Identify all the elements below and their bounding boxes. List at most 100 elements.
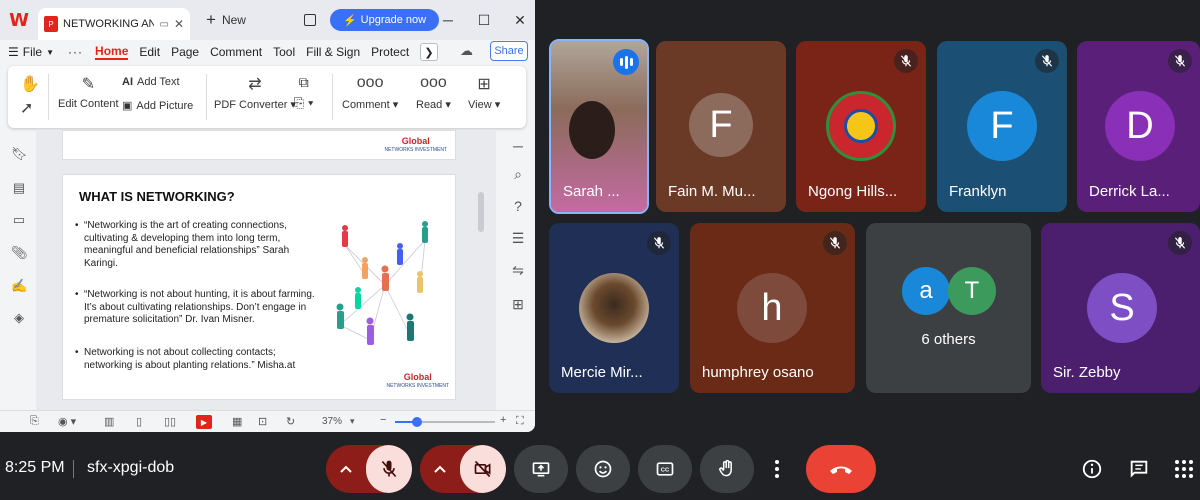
menu-tool[interactable]: Tool <box>273 45 295 59</box>
new-tab-label: New <box>221 13 246 27</box>
captions-button[interactable]: CC <box>638 445 692 493</box>
microphone-control <box>326 445 412 493</box>
present-screen-button[interactable] <box>514 445 568 493</box>
reactions-button[interactable] <box>576 445 630 493</box>
eye-mode-icon[interactable]: ◉ ▾ <box>58 415 76 429</box>
two-page-icon[interactable]: ▯▯ <box>164 415 176 429</box>
pdf-converter-button[interactable]: ⇄ PDF Converter ▾ <box>214 74 296 111</box>
signature-icon[interactable]: ✍ <box>11 278 27 294</box>
menu-fill-sign[interactable]: Fill & Sign <box>306 45 360 59</box>
camera-control <box>420 445 506 493</box>
fit-page-icon[interactable]: ▥ <box>104 415 114 429</box>
upgrade-button[interactable]: ⚡ Upgrade now <box>329 9 440 31</box>
participant-tile-franklyn[interactable]: F Franklyn <box>937 41 1067 212</box>
others-count-label: 6 others <box>921 331 976 348</box>
menu-protect[interactable]: Protect <box>371 45 409 59</box>
cloud-sync-icon[interactable]: ☁ <box>460 43 473 59</box>
comment-panel-icon[interactable]: ▭ <box>11 212 27 228</box>
new-tab-button[interactable]: + New <box>206 10 246 30</box>
participant-tile-sarah[interactable]: Sarah ... <box>549 39 649 214</box>
collapse-icon[interactable]: ─ <box>509 138 527 156</box>
hand-tool[interactable]: ✋ <box>20 74 40 94</box>
participant-tile-fain[interactable]: F Fain M. Mu... <box>656 41 786 212</box>
others-tile[interactable]: a T 6 others <box>866 223 1031 393</box>
convert-tools[interactable]: ⧉ ⎘ ▾ <box>294 74 313 111</box>
activities-grid-icon[interactable] <box>1172 457 1196 481</box>
zoom-slider[interactable] <box>395 417 495 427</box>
menu-scroll-right-button[interactable]: ❯ <box>420 43 438 61</box>
zoom-slider-knob[interactable] <box>412 417 422 427</box>
menu-home[interactable]: Home <box>95 44 129 60</box>
more-dots-icon[interactable]: ··· <box>68 45 83 59</box>
view-button[interactable]: ⊞ View ▾ <box>468 74 500 111</box>
lightning-icon: ⚡ <box>342 14 357 27</box>
tab-monitor-icon[interactable]: ▭ <box>159 19 168 30</box>
minimize-icon[interactable]: ─ <box>441 12 455 29</box>
close-window-icon[interactable]: ✕ <box>513 12 527 29</box>
video-options-chevron-icon[interactable] <box>420 445 460 493</box>
mic-toggle-button[interactable] <box>366 445 412 493</box>
document-tab[interactable]: P NETWORKING AND ▭ ✕ <box>38 8 190 40</box>
add-text-button[interactable]: AI Add Text <box>122 76 180 88</box>
menu-edit[interactable]: Edit <box>139 45 160 59</box>
tab-overview-icon[interactable] <box>303 14 316 26</box>
layers-icon[interactable]: ◈ <box>11 310 27 326</box>
participant-tile-sir-zebby[interactable]: S Sir. Zebby <box>1041 223 1200 393</box>
camera-toggle-button[interactable] <box>460 445 506 493</box>
wps-tab-bar: W P NETWORKING AND ▭ ✕ + New ⚡ Upgrade n… <box>0 0 535 40</box>
play-slideshow-icon[interactable]: ▶ <box>196 415 212 429</box>
scrollbar-thumb[interactable] <box>478 192 484 232</box>
svg-text:CC: CC <box>661 468 670 474</box>
apps-icon[interactable]: ⊞ <box>509 296 527 314</box>
document-tab-title: NETWORKING AND <box>63 18 155 30</box>
audio-options-chevron-icon[interactable] <box>326 445 366 493</box>
mic-off-icon <box>1035 49 1059 73</box>
comment-button[interactable]: ooo Comment ▾ <box>342 74 398 111</box>
bookmark-icon[interactable]: 🔖︎ <box>11 146 28 162</box>
raise-hand-button[interactable] <box>700 445 754 493</box>
zoom-percent[interactable]: 37% <box>322 416 342 430</box>
chat-icon[interactable] <box>1127 457 1151 481</box>
read-button[interactable]: ooo Read ▾ <box>416 74 451 111</box>
slide-bullet: “Networking is the art of creating conne… <box>75 220 319 270</box>
comment-label: Comment ▾ <box>342 99 399 111</box>
search-icon[interactable]: ⌕ <box>509 166 527 184</box>
add-picture-button[interactable]: ▣ Add Picture <box>122 99 193 113</box>
adjust-icon[interactable]: ☰ <box>509 230 527 248</box>
translate-icon[interactable]: ⇋ <box>509 262 527 280</box>
participant-tile-mercie[interactable]: Mercie Mir... <box>549 223 679 393</box>
select-tool[interactable]: ➚ <box>20 98 33 118</box>
fullscreen-icon[interactable]: ⛶ <box>516 415 524 429</box>
zoom-in-icon[interactable]: + <box>500 414 506 428</box>
tab-close-icon[interactable]: ✕ <box>174 17 184 31</box>
leave-call-button[interactable] <box>806 445 876 493</box>
participant-tile-humphrey[interactable]: h humphrey osano <box>690 223 855 393</box>
thumbnail-icon[interactable]: ▤ <box>11 180 27 196</box>
help-icon[interactable]: ? <box>509 198 527 216</box>
camera-off-icon <box>474 460 491 478</box>
more-options-button[interactable] <box>762 445 792 493</box>
rotate-icon[interactable]: ↻ <box>286 415 295 429</box>
participant-tile-derrick[interactable]: D Derrick La... <box>1077 41 1200 212</box>
zoom-out-icon[interactable]: − <box>380 414 386 428</box>
participant-tile-ngong[interactable]: Ngong Hills... <box>796 41 926 212</box>
actual-size-icon[interactable]: ⊡ <box>258 415 267 429</box>
maximize-icon[interactable]: ☐ <box>477 12 491 29</box>
edit-content-button[interactable]: ✎ Edit Content <box>58 74 119 110</box>
menu-comment[interactable]: Comment <box>210 45 262 59</box>
home-ribbon: ✋ ➚ ✎ Edit Content AI Add Text ▣ Add Pic… <box>8 66 526 128</box>
meeting-info-icon[interactable] <box>1080 457 1104 481</box>
document-viewport[interactable]: Global NETWORKS INVESTMENT WHAT IS NETWOR… <box>36 130 496 410</box>
fit-width-icon[interactable]: ▦ <box>232 415 242 429</box>
read-icon: ooo <box>420 74 447 91</box>
document-info-icon[interactable]: ⎘ <box>30 415 39 429</box>
file-menu[interactable]: ☰ File ▼ <box>8 45 54 59</box>
zoom-dropdown-icon[interactable]: ▾ <box>350 416 355 430</box>
participant-name: Sarah ... <box>563 183 620 200</box>
attachment-icon[interactable]: 📎︎ <box>11 245 28 261</box>
single-page-icon[interactable]: ▯ <box>136 415 142 429</box>
wps-logo-icon[interactable]: W <box>8 9 30 31</box>
document-scrollbar[interactable] <box>478 150 484 405</box>
menu-page[interactable]: Page <box>171 45 199 59</box>
share-button[interactable]: Share <box>490 41 528 61</box>
